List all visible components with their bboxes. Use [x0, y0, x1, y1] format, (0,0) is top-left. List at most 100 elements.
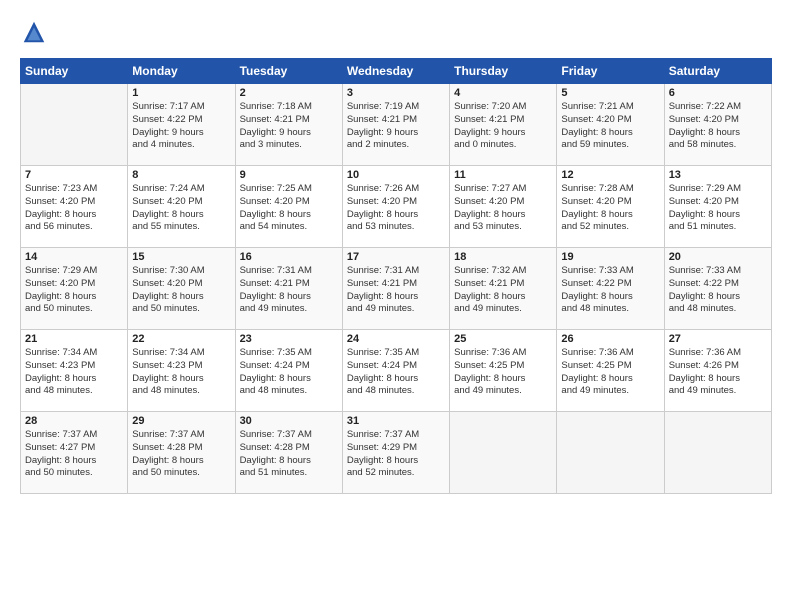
calendar-cell: 12 Sunrise: 7:28 AM Sunset: 4:20 PM Dayli…: [557, 166, 664, 248]
day-info: Sunrise: 7:18 AM Sunset: 4:21 PM Dayligh…: [240, 101, 338, 152]
day-number: 12: [561, 169, 659, 181]
day-info: Sunrise: 7:23 AM Sunset: 4:20 PM Dayligh…: [25, 183, 123, 234]
calendar-cell: 30Sunrise: 7:37 AM Sunset: 4:28 PM Dayli…: [235, 412, 342, 494]
day-info: Sunrise: 7:26 AM Sunset: 4:20 PM Dayligh…: [347, 183, 445, 234]
day-number: 27: [669, 333, 767, 345]
calendar-cell: 1 Sunrise: 7:17 AM Sunset: 4:22 PM Daylig…: [128, 84, 235, 166]
calendar-cell: 23 Sunrise: 7:35 AM Sunset: 4:24 PM Dayli…: [235, 330, 342, 412]
day-info: Sunrise: 7:37 AM Sunset: 4:28 PM Dayligh…: [132, 429, 230, 480]
calendar-cell: 3 Sunrise: 7:19 AM Sunset: 4:21 PM Daylig…: [342, 84, 449, 166]
calendar-cell: 16 Sunrise: 7:31 AM Sunset: 4:21 PM Dayli…: [235, 248, 342, 330]
day-number: 13: [669, 169, 767, 181]
day-info: Sunrise: 7:29 AM Sunset: 4:20 PM Dayligh…: [669, 183, 767, 234]
day-number: 11: [454, 169, 552, 181]
calendar-cell: 22Sunrise: 7:34 AM Sunset: 4:23 PM Dayli…: [128, 330, 235, 412]
calendar-cell: 21Sunrise: 7:34 AM Sunset: 4:23 PM Dayli…: [21, 330, 128, 412]
logo-icon: [20, 18, 48, 46]
calendar-cell: 11 Sunrise: 7:27 AM Sunset: 4:20 PM Dayli…: [450, 166, 557, 248]
day-number: 4: [454, 87, 552, 99]
day-info: Sunrise: 7:37 AM Sunset: 4:29 PM Dayligh…: [347, 429, 445, 480]
day-number: 19: [561, 251, 659, 263]
day-info: Sunrise: 7:33 AM Sunset: 4:22 PM Dayligh…: [669, 265, 767, 316]
calendar-cell: 20 Sunrise: 7:33 AM Sunset: 4:22 PM Dayli…: [664, 248, 771, 330]
day-number: 16: [240, 251, 338, 263]
calendar-cell: 19 Sunrise: 7:33 AM Sunset: 4:22 PM Dayli…: [557, 248, 664, 330]
day-number: 10: [347, 169, 445, 181]
calendar-cell: 2Sunrise: 7:18 AM Sunset: 4:21 PM Daylig…: [235, 84, 342, 166]
day-info: Sunrise: 7:21 AM Sunset: 4:20 PM Dayligh…: [561, 101, 659, 152]
day-number: 18: [454, 251, 552, 263]
day-info: Sunrise: 7:36 AM Sunset: 4:25 PM Dayligh…: [454, 347, 552, 398]
day-number: 6: [669, 87, 767, 99]
day-number: 15: [132, 251, 230, 263]
calendar-body: 1 Sunrise: 7:17 AM Sunset: 4:22 PM Daylig…: [21, 84, 772, 494]
day-number: 21: [25, 333, 123, 345]
calendar-cell: [557, 412, 664, 494]
calendar-cell: 25 Sunrise: 7:36 AM Sunset: 4:25 PM Dayli…: [450, 330, 557, 412]
calendar-cell: 7 Sunrise: 7:23 AM Sunset: 4:20 PM Daylig…: [21, 166, 128, 248]
calendar-week-1: 1 Sunrise: 7:17 AM Sunset: 4:22 PM Daylig…: [21, 84, 772, 166]
calendar-week-2: 7 Sunrise: 7:23 AM Sunset: 4:20 PM Daylig…: [21, 166, 772, 248]
day-number: 25: [454, 333, 552, 345]
day-number: 5: [561, 87, 659, 99]
calendar-cell: [21, 84, 128, 166]
weekday-header-row: SundayMondayTuesdayWednesdayThursdayFrid…: [21, 59, 772, 84]
calendar-week-4: 21 Sunrise: 7:34 AM Sunset: 4:23 PM Dayli…: [21, 330, 772, 412]
day-number: 23: [240, 333, 338, 345]
day-number: 1: [132, 87, 230, 99]
day-info: Sunrise: 7:34 AM Sunset: 4:23 PM Dayligh…: [132, 347, 230, 398]
page-header: [20, 18, 772, 46]
day-info: Sunrise: 7:17 AM Sunset: 4:22 PM Dayligh…: [132, 101, 230, 152]
day-number: 28: [25, 415, 123, 427]
calendar-cell: 5 Sunrise: 7:21 AM Sunset: 4:20 PM Daylig…: [557, 84, 664, 166]
day-info: Sunrise: 7:32 AM Sunset: 4:21 PM Dayligh…: [454, 265, 552, 316]
weekday-header-thursday: Thursday: [450, 59, 557, 84]
day-number: 9: [240, 169, 338, 181]
weekday-header-tuesday: Tuesday: [235, 59, 342, 84]
day-number: 29: [132, 415, 230, 427]
calendar-cell: 18 Sunrise: 7:32 AM Sunset: 4:21 PM Dayli…: [450, 248, 557, 330]
day-info: Sunrise: 7:36 AM Sunset: 4:26 PM Dayligh…: [669, 347, 767, 398]
calendar-week-5: 28 Sunrise: 7:37 AM Sunset: 4:27 PM Dayli…: [21, 412, 772, 494]
day-info: Sunrise: 7:33 AM Sunset: 4:22 PM Dayligh…: [561, 265, 659, 316]
day-number: 20: [669, 251, 767, 263]
day-info: Sunrise: 7:36 AM Sunset: 4:25 PM Dayligh…: [561, 347, 659, 398]
day-info: Sunrise: 7:24 AM Sunset: 4:20 PM Dayligh…: [132, 183, 230, 234]
day-info: Sunrise: 7:19 AM Sunset: 4:21 PM Dayligh…: [347, 101, 445, 152]
day-info: Sunrise: 7:20 AM Sunset: 4:21 PM Dayligh…: [454, 101, 552, 152]
day-info: Sunrise: 7:35 AM Sunset: 4:24 PM Dayligh…: [240, 347, 338, 398]
weekday-header-sunday: Sunday: [21, 59, 128, 84]
day-number: 7: [25, 169, 123, 181]
calendar-cell: 10 Sunrise: 7:26 AM Sunset: 4:20 PM Dayli…: [342, 166, 449, 248]
day-number: 14: [25, 251, 123, 263]
calendar-cell: 14 Sunrise: 7:29 AM Sunset: 4:20 PM Dayli…: [21, 248, 128, 330]
calendar-cell: 15 Sunrise: 7:30 AM Sunset: 4:20 PM Dayli…: [128, 248, 235, 330]
day-info: Sunrise: 7:27 AM Sunset: 4:20 PM Dayligh…: [454, 183, 552, 234]
calendar-cell: 13 Sunrise: 7:29 AM Sunset: 4:20 PM Dayli…: [664, 166, 771, 248]
weekday-header-saturday: Saturday: [664, 59, 771, 84]
day-number: 8: [132, 169, 230, 181]
weekday-header-friday: Friday: [557, 59, 664, 84]
logo: [20, 18, 52, 46]
day-number: 31: [347, 415, 445, 427]
calendar-table: SundayMondayTuesdayWednesdayThursdayFrid…: [20, 58, 772, 494]
calendar-cell: [450, 412, 557, 494]
day-number: 26: [561, 333, 659, 345]
calendar-week-3: 14 Sunrise: 7:29 AM Sunset: 4:20 PM Dayli…: [21, 248, 772, 330]
day-info: Sunrise: 7:30 AM Sunset: 4:20 PM Dayligh…: [132, 265, 230, 316]
calendar-cell: 26 Sunrise: 7:36 AM Sunset: 4:25 PM Dayli…: [557, 330, 664, 412]
calendar-header: SundayMondayTuesdayWednesdayThursdayFrid…: [21, 59, 772, 84]
day-number: 3: [347, 87, 445, 99]
day-info: Sunrise: 7:29 AM Sunset: 4:20 PM Dayligh…: [25, 265, 123, 316]
calendar-cell: 8 Sunrise: 7:24 AM Sunset: 4:20 PM Daylig…: [128, 166, 235, 248]
day-info: Sunrise: 7:37 AM Sunset: 4:27 PM Dayligh…: [25, 429, 123, 480]
day-info: Sunrise: 7:31 AM Sunset: 4:21 PM Dayligh…: [240, 265, 338, 316]
weekday-header-wednesday: Wednesday: [342, 59, 449, 84]
calendar-cell: 24Sunrise: 7:35 AM Sunset: 4:24 PM Dayli…: [342, 330, 449, 412]
calendar-cell: 29 Sunrise: 7:37 AM Sunset: 4:28 PM Dayli…: [128, 412, 235, 494]
day-info: Sunrise: 7:25 AM Sunset: 4:20 PM Dayligh…: [240, 183, 338, 234]
calendar-cell: 17Sunrise: 7:31 AM Sunset: 4:21 PM Dayli…: [342, 248, 449, 330]
day-info: Sunrise: 7:37 AM Sunset: 4:28 PM Dayligh…: [240, 429, 338, 480]
day-number: 17: [347, 251, 445, 263]
day-info: Sunrise: 7:28 AM Sunset: 4:20 PM Dayligh…: [561, 183, 659, 234]
